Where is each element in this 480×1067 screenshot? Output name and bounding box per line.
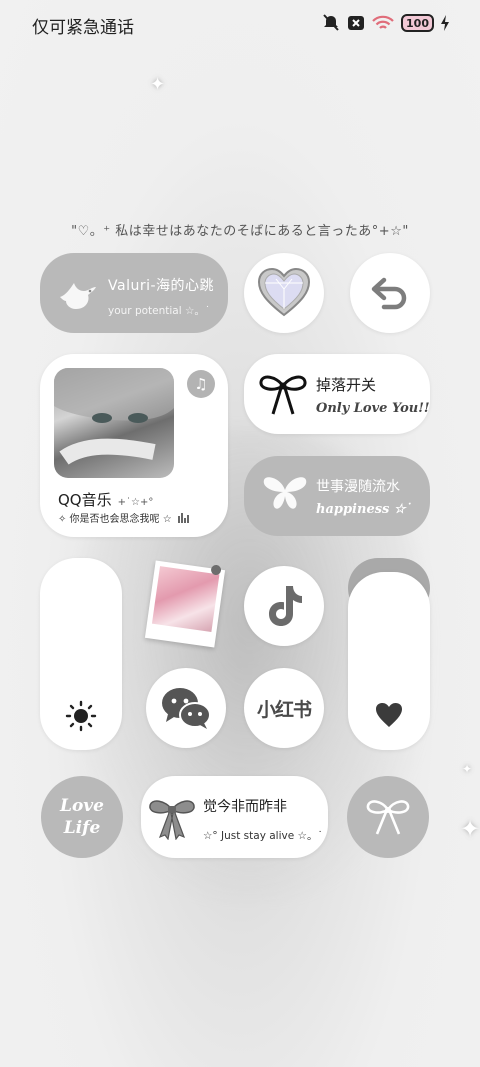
music-note-button[interactable]: ♫: [187, 370, 215, 398]
charging-icon: [441, 15, 449, 31]
xiaohongshu-label: 小红书: [256, 698, 312, 721]
heart-gem-icon: [257, 267, 311, 317]
wifi-icon: [372, 15, 394, 29]
qq-music-widget[interactable]: ♫ QQ音乐 +˙☆+° ✧ 你是否也会思念我呢 ☆: [40, 354, 228, 537]
tiktok-icon: [269, 586, 302, 626]
toggle-title: 掉落开关: [316, 376, 377, 394]
wechat-button[interactable]: [146, 668, 226, 748]
dove-icon: [60, 283, 96, 309]
no-sim-icon: [348, 16, 365, 30]
wechat-icon: [162, 688, 211, 729]
white-bow-icon: [366, 800, 410, 835]
battery-level: 100: [406, 16, 429, 30]
valuri-widget[interactable]: Valuri-海的心跳 your potential ☆。˙: [40, 253, 228, 333]
dream-title: 觉今非而昨非: [203, 799, 287, 815]
back-arrow-icon: [371, 277, 407, 310]
sparkle-icon: ✦: [150, 74, 166, 95]
brightness-slider[interactable]: [40, 558, 122, 750]
xiaohongshu-button[interactable]: 小红书: [244, 668, 324, 748]
sticker-image: [151, 566, 220, 632]
mute-icon: [323, 14, 339, 31]
sun-icon: [65, 700, 97, 732]
bow-icon: [259, 375, 307, 415]
sparkle-icon: ✦: [462, 762, 473, 776]
album-art: [54, 368, 174, 478]
toggle-subtitle: Only Love You!!: [316, 401, 430, 416]
valuri-title: Valuri-海的心跳: [108, 278, 215, 294]
valuri-subtitle: your potential ☆。˙: [108, 305, 211, 317]
love-life-button[interactable]: Love Life: [41, 776, 123, 858]
butterfly-icon: [263, 477, 307, 509]
ribbon-bow-icon: [149, 800, 195, 840]
heart-icon: [376, 703, 402, 727]
tiktok-button[interactable]: [244, 566, 324, 646]
volume-slider[interactable]: [348, 572, 430, 750]
bow-button[interactable]: [347, 776, 429, 858]
dream-subtitle: ☆° Just stay alive ☆。˙: [203, 830, 323, 842]
status-bar: 仅可紧急通话 100: [0, 0, 480, 50]
music-decor: +˙☆+°: [117, 497, 154, 508]
life-text: Life: [63, 818, 101, 838]
status-icons: 100: [321, 14, 450, 32]
flow-subtitle: happiness ☆˙: [316, 502, 413, 517]
photo-sticker[interactable]: [144, 560, 226, 648]
carrier-text: 仅可紧急通话: [32, 18, 134, 38]
back-widget[interactable]: [350, 253, 430, 333]
dream-widget[interactable]: 觉今非而昨非 ☆° Just stay alive ☆。˙: [141, 776, 328, 858]
heart-gem-widget[interactable]: [244, 253, 324, 333]
sparkle-icon: ✦: [460, 815, 480, 843]
quote-text: "♡。⁺ 私は幸せはあなたのそばにあると言ったあ°+☆": [71, 224, 409, 239]
toggle-widget[interactable]: 掉落开关 Only Love You!!: [244, 354, 430, 434]
pin-icon: [210, 564, 222, 576]
equalizer-icon: [177, 512, 189, 523]
battery-icon: 100: [401, 14, 434, 32]
music-lyric: ✧ 你是否也会思念我呢 ☆: [58, 514, 172, 525]
flow-title: 世事漫随流水: [316, 479, 400, 495]
music-note-icon: ♫: [194, 375, 208, 393]
flow-widget[interactable]: 世事漫随流水 happiness ☆˙: [244, 456, 430, 536]
music-app-name: QQ音乐: [58, 491, 112, 509]
love-text: Love: [60, 796, 104, 816]
